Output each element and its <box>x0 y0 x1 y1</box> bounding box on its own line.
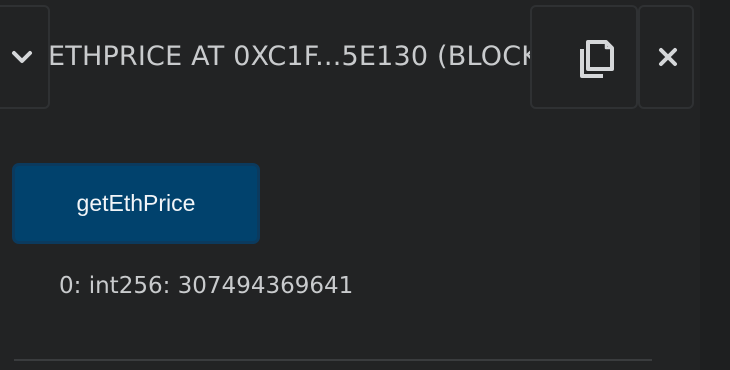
chevron-down-icon <box>12 51 32 63</box>
contract-instance-title[interactable]: ETHPRICE AT 0XC1F...5E130 (BLOCKCHAIN) <box>48 41 530 73</box>
section-divider <box>14 359 652 361</box>
result-type: int256: <box>88 273 171 299</box>
get-eth-price-button[interactable]: getEthPrice <box>12 163 260 244</box>
function-result: 0: int256: 307494369641 <box>59 270 353 302</box>
deployed-contract-panel: ETHPRICE AT 0XC1F...5E130 (BLOCKCHAIN) g… <box>0 0 730 370</box>
copy-icon <box>580 40 614 78</box>
remove-instance-button[interactable] <box>638 5 694 109</box>
side-panel-edge <box>700 0 730 370</box>
instance-toggle-button[interactable] <box>0 5 50 109</box>
result-index: 0: <box>59 273 82 299</box>
result-value: 307494369641 <box>177 273 354 299</box>
close-icon <box>659 48 677 66</box>
copy-address-button[interactable] <box>530 5 638 109</box>
